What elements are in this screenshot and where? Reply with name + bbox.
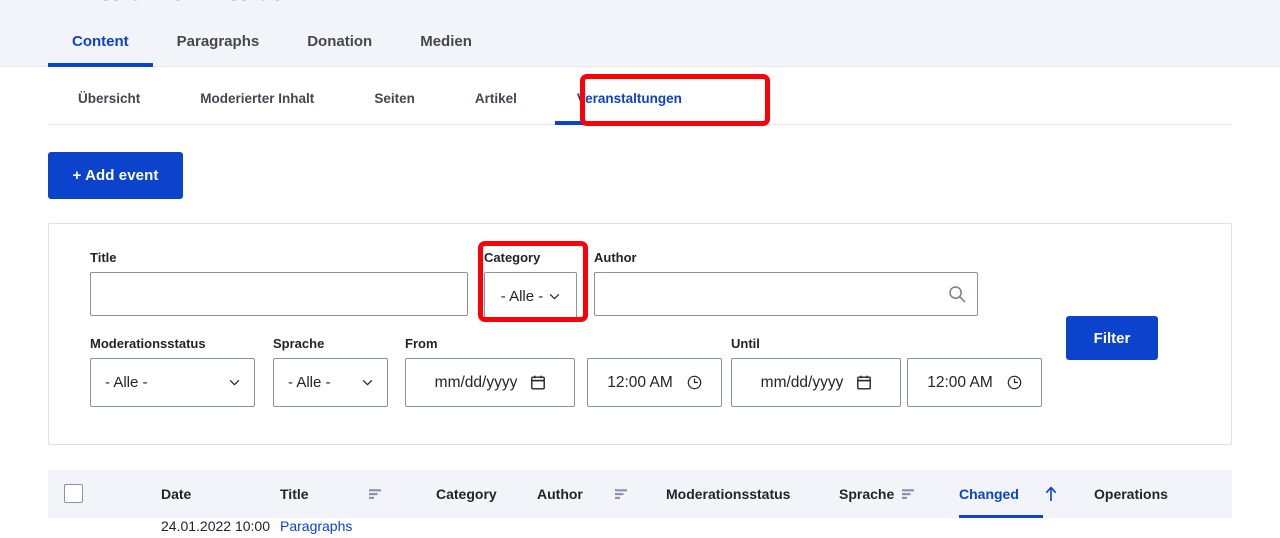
primary-tab-bar: Content Paragraphs Donation Medien [0,10,1280,67]
table-column-author-label: Author [537,486,583,502]
table-column-changed-label: Changed [959,486,1019,502]
from-date-input[interactable]: mm/dd/yyyy [405,358,575,407]
secondary-tab-seiten[interactable]: Seiten [344,67,445,125]
secondary-tab-uebersicht[interactable]: Übersicht [48,67,170,125]
table-column-category[interactable]: Category [436,470,497,518]
secondary-tab-veranstaltungen[interactable]: Veranstaltungen [547,67,712,125]
from-time-value: 12:00 AM [607,373,673,391]
table-column-operations-label: Operations [1094,486,1168,502]
primary-tab-donation[interactable]: Donation [283,10,396,67]
table-column-title-label: Title [280,486,309,502]
table-column-sprache-label: Sprache [839,486,895,502]
sprache-filter-select[interactable]: - Alle - [273,358,388,407]
primary-tab-medien[interactable]: Medien [396,10,496,67]
select-all-checkbox[interactable] [64,484,83,503]
category-filter-value: - Alle - [500,288,544,305]
secondary-tab-moderierter-inhalt[interactable]: Moderierter Inhalt [170,67,344,125]
category-filter-label: Category [484,250,541,265]
author-filter-label: Author [594,250,637,265]
title-filter-label: Title [90,250,117,265]
table-column-changed[interactable]: Changed [959,470,1057,518]
until-time-input[interactable]: 12:00 AM [907,358,1042,407]
primary-tab-content[interactable]: Content [48,10,153,67]
secondary-tab-bar: Übersicht Moderierter Inhalt Seiten Arti… [0,67,1280,125]
calendar-icon[interactable] [531,375,546,390]
sort-icon[interactable] [368,488,381,500]
moderationsstatus-filter-label: Moderationsstatus [90,336,206,351]
moderationsstatus-filter-select[interactable]: - Alle - [90,358,255,407]
secondary-tab-veranstaltungen-label: Veranstaltungen [576,91,682,106]
table-column-sprache[interactable]: Sprache [839,470,915,518]
events-table: Date Title Category Author Moderationsst… [48,470,1232,538]
table-column-category-label: Category [436,486,497,502]
cell-title-link[interactable]: Paragraphs [280,518,352,534]
table-column-operations[interactable]: Operations [1094,470,1168,518]
primary-tab-donation-label: Donation [307,33,373,50]
from-date-value: mm/dd/yyyy [434,373,518,391]
author-filter-wrapper [594,272,978,316]
sort-icon[interactable] [902,488,915,500]
filter-submit-button[interactable]: Filter [1066,316,1158,360]
until-filter-label: Until [731,336,760,351]
primary-tab-paragraphs-label: Paragraphs [176,33,260,50]
until-date-value: mm/dd/yyyy [760,373,844,391]
table-row[interactable]: 24.01.2022 10:00 Paragraphs [48,518,1232,538]
primary-tab-paragraphs[interactable]: Paragraphs [153,10,284,67]
category-filter-select[interactable]: - Alle - [484,272,577,321]
primary-tab-medien-label: Medien [420,33,472,50]
table-column-moderationsstatus[interactable]: Moderationsstatus [666,470,790,518]
table-column-title[interactable]: Title [280,470,381,518]
chevron-down-icon [229,379,240,386]
from-time-input[interactable]: 12:00 AM [587,358,722,407]
chevron-down-icon [549,293,560,300]
table-column-moderationsstatus-label: Moderationsstatus [666,486,791,502]
author-filter-input[interactable] [594,272,978,316]
page-title-sliver: Inhalt verwalten [0,0,1280,10]
clock-icon[interactable] [687,375,702,390]
table-column-author[interactable]: Author [537,470,627,518]
cell-date: 24.01.2022 10:00 [161,518,270,534]
secondary-tab-artikel[interactable]: Artikel [445,67,547,125]
until-date-input[interactable]: mm/dd/yyyy [731,358,901,407]
moderationsstatus-filter-value: - Alle - [105,374,148,391]
add-event-button[interactable]: + Add event [48,152,183,199]
sprache-filter-label: Sprache [273,336,325,351]
calendar-icon[interactable] [857,375,872,390]
search-icon[interactable] [948,285,966,303]
secondary-tab-artikel-label: Artikel [474,91,517,106]
table-column-date-label: Date [161,486,192,502]
secondary-tab-uebersicht-label: Übersicht [78,91,141,106]
filter-panel: Title Category - Alle - Author Moderatio… [48,223,1232,445]
secondary-tab-seiten-label: Seiten [374,91,415,106]
sort-icon[interactable] [614,488,627,500]
sort-ascending-arrow-icon[interactable] [1045,486,1057,502]
sprache-filter-value: - Alle - [288,374,331,391]
clock-icon[interactable] [1007,375,1022,390]
secondary-tab-moderierter-inhalt-label: Moderierter Inhalt [200,91,315,106]
table-column-date[interactable]: Date [161,470,191,518]
until-time-value: 12:00 AM [927,373,993,391]
table-header-row: Date Title Category Author Moderationsst… [48,470,1232,518]
primary-tab-content-label: Content [72,33,129,50]
page-title: Inhalt verwalten [48,0,308,9]
title-filter-input[interactable] [90,272,468,316]
from-filter-label: From [405,336,438,351]
chevron-down-icon [362,379,373,386]
